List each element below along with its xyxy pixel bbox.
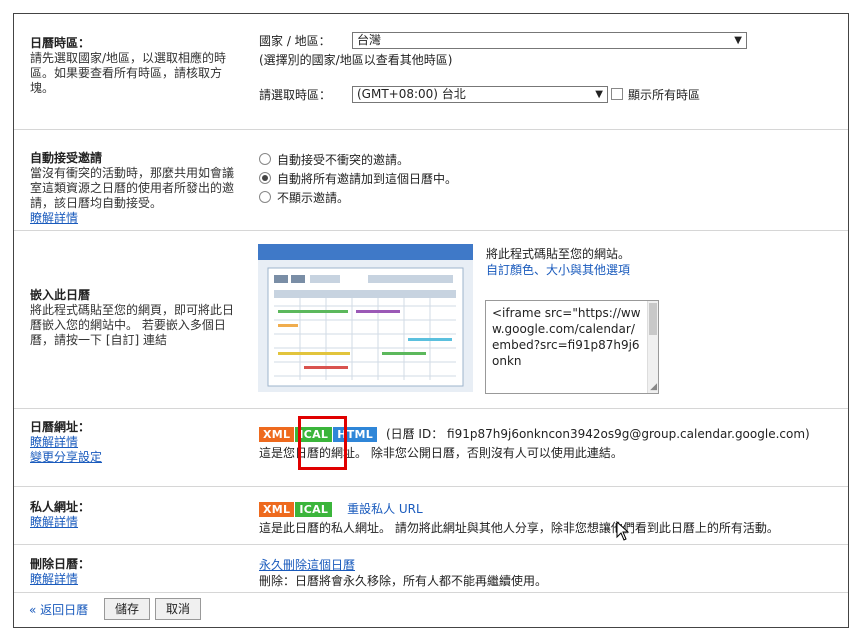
xml-badge-button[interactable]: XML: [259, 427, 295, 442]
timezone-row: 日曆時區： 請先選取國家/地區，以選取相應的時區。如果要查看所有時區，請核取方塊…: [14, 14, 848, 130]
private-address-note: 這是此日曆的私人網址。 請勿將此網址與其他人分享，除非您想讓他們看到此日曆上的所…: [259, 521, 779, 535]
embed-desc: 將此程式碼貼至您的網頁，即可將此日曆嵌入您的網站中。 若要嵌入多個日曆，請按一下…: [30, 303, 235, 347]
radio-button[interactable]: [259, 153, 271, 165]
save-button[interactable]: 儲存: [104, 598, 150, 620]
delete-calendar-link[interactable]: 永久刪除這個日曆: [259, 558, 355, 572]
auto-accept-title: 自動接受邀請: [30, 151, 103, 165]
reset-private-url-link[interactable]: 重設私人 URL: [347, 502, 423, 516]
auto-accept-option[interactable]: 自動將所有邀請加到這個日曆中。: [259, 170, 457, 189]
dropdown-arrow-icon: ▼: [595, 89, 603, 100]
radio-button[interactable]: [259, 191, 271, 203]
auto-accept-learn-more-link[interactable]: 瞭解詳情: [30, 211, 78, 225]
timezone-select[interactable]: (GMT+08:00) 台北 ▼: [352, 86, 608, 103]
footer-bar: « 返回日曆 儲存 取消: [14, 592, 848, 627]
timezone-label: 請選取時區：: [259, 88, 332, 102]
private-address-title: 私人網址：: [30, 500, 91, 514]
calendar-preview-image: [258, 244, 473, 392]
delete-learn-more-link[interactable]: 瞭解詳情: [30, 572, 78, 586]
delete-row: 刪除日曆： 瞭解詳情 永久刪除這個日曆 刪除：日曆將會永久移除，所有人都不能再繼…: [14, 544, 848, 593]
country-label: 國家 / 地區：: [259, 34, 331, 48]
delete-note: 刪除：日曆將會永久移除，所有人都不能再繼續使用。: [259, 574, 548, 588]
calendar-settings-panel: 日曆時區： 請先選取國家/地區，以選取相應的時區。如果要查看所有時區，請核取方塊…: [13, 13, 849, 628]
calendar-id: (日曆 ID： fi91p87h9j6onkncon3942os9g@group…: [385, 427, 810, 441]
resize-grip-icon[interactable]: ◢: [650, 383, 657, 392]
private-xml-badge-button[interactable]: XML: [259, 502, 295, 517]
timezone-title: 日曆時區：: [30, 36, 91, 50]
ical-highlight-box: [298, 416, 347, 470]
auto-accept-option[interactable]: 自動接受不衝突的邀請。: [259, 151, 457, 170]
calendar-address-row: 日曆網址： 瞭解詳情 變更分享設定 XML ICAL HTML (日曆 ID： fi…: [14, 408, 848, 487]
private-address-row: 私人網址： 瞭解詳情 XML ICAL 重設私人 URL 這是此日曆的私人網址。 …: [14, 486, 848, 545]
auto-accept-option[interactable]: 不顯示邀請。: [259, 189, 457, 208]
show-all-timezones-checkbox[interactable]: [611, 88, 623, 100]
mouse-cursor-icon: [616, 521, 630, 541]
delete-title: 刪除日曆：: [30, 557, 91, 571]
dropdown-arrow-icon: ▼: [734, 35, 742, 46]
show-all-timezones-label: 顯示所有時區: [628, 88, 701, 102]
country-select[interactable]: 台灣 ▼: [352, 32, 747, 49]
timezone-desc: 請先選取國家/地區，以選取相應的時區。如果要查看所有時區，請核取方塊。: [30, 51, 227, 95]
change-sharing-settings-link[interactable]: 變更分享設定: [30, 450, 102, 464]
back-to-calendar-link[interactable]: « 返回日曆: [29, 601, 88, 618]
textarea-scrollbar[interactable]: [647, 301, 658, 393]
private-address-learn-more-link[interactable]: 瞭解詳情: [30, 515, 78, 529]
calendar-address-title: 日曆網址：: [30, 420, 91, 434]
embed-row: 嵌入此日曆 將此程式碼貼至您的網頁，即可將此日曆嵌入您的網站中。 若要嵌入多個日…: [14, 230, 848, 409]
embed-title: 嵌入此日曆: [30, 288, 91, 302]
embed-customize-link[interactable]: 自訂顏色、大小與其他選項: [486, 263, 630, 277]
cancel-button[interactable]: 取消: [155, 598, 201, 620]
radio-button[interactable]: [259, 172, 271, 184]
auto-accept-desc: 當沒有衝突的活動時，那麼共用如會議室這類資源之日曆的使用者所發出的邀請，該日曆均…: [30, 166, 235, 210]
embed-code-textarea[interactable]: <iframe src="https://www.google.com/cale…: [485, 300, 659, 394]
calendar-address-learn-more-link[interactable]: 瞭解詳情: [30, 435, 78, 449]
embed-paste-hint: 將此程式碼貼至您的網站。: [486, 247, 631, 261]
private-ical-badge-button[interactable]: ICAL: [295, 502, 333, 517]
auto-accept-row: 自動接受邀請 當沒有衝突的活動時，那麼共用如會議室這類資源之日曆的使用者所發出的…: [14, 129, 848, 231]
country-hint: (選擇別的國家/地區以查看其他時區): [259, 53, 453, 67]
